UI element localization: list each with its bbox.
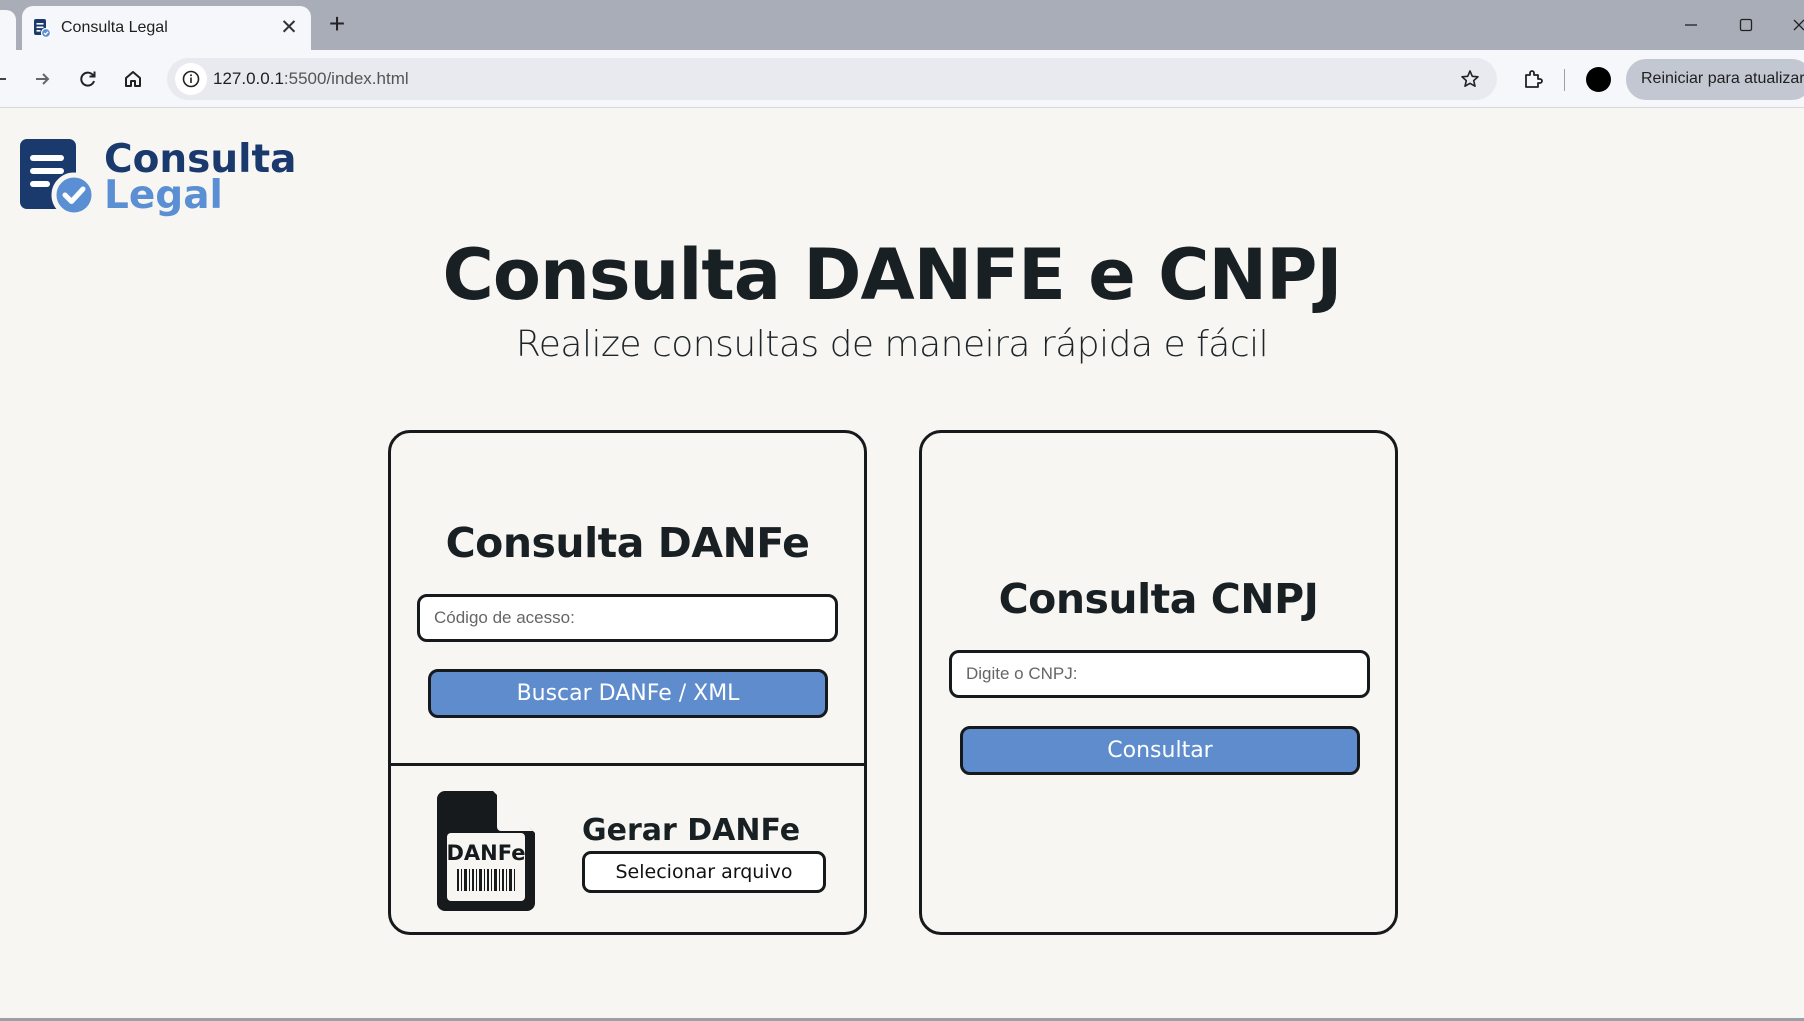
- forward-button[interactable]: [25, 61, 61, 97]
- tab-title: Consulta Legal: [61, 19, 168, 36]
- search-danfe-button[interactable]: Buscar DANFe / XML: [428, 669, 828, 718]
- page-subtitle: Realize consultas de maneira rápida e fá…: [515, 324, 1269, 365]
- url-host: 127.0.0.1: [213, 69, 284, 88]
- minimize-icon[interactable]: [1676, 8, 1706, 42]
- site-logo[interactable]: Consulta Legal: [20, 137, 300, 221]
- info-icon: [182, 70, 200, 88]
- cnpj-card: Consulta CNPJ Consultar: [919, 430, 1398, 935]
- danfe-card-title: Consulta DANFe: [445, 519, 810, 567]
- toolbar-divider: [1564, 69, 1565, 91]
- extensions-button[interactable]: [1515, 61, 1551, 97]
- bookmark-button[interactable]: [1455, 64, 1485, 94]
- cnpj-card-title: Consulta CNPJ: [998, 575, 1319, 623]
- profile-avatar[interactable]: [1586, 67, 1611, 92]
- tab-close-icon[interactable]: ✕: [275, 14, 303, 42]
- site-info-button[interactable]: [175, 63, 207, 95]
- browser-tab-strip: Consulta Legal ✕ +: [0, 0, 1804, 50]
- window-close-icon[interactable]: [1784, 8, 1804, 42]
- address-bar[interactable]: 127.0.0.1:5500/index.html: [167, 58, 1497, 100]
- maximize-icon[interactable]: [1731, 8, 1761, 42]
- access-code-input[interactable]: [417, 594, 838, 642]
- star-icon: [1461, 70, 1479, 87]
- reload-button[interactable]: [70, 61, 106, 97]
- previous-tab-edge[interactable]: [0, 10, 16, 50]
- browser-tab-active[interactable]: Consulta Legal ✕: [22, 6, 311, 50]
- url-path: :5500/index.html: [283, 69, 409, 88]
- danfe-file-label: DANFe: [447, 841, 526, 865]
- page-title: Consulta DANFE e CNPJ: [442, 234, 1343, 316]
- reload-icon: [80, 71, 96, 87]
- document-check-icon: [34, 19, 51, 38]
- new-tab-button[interactable]: +: [322, 10, 352, 40]
- document-check-logo-icon: [20, 139, 97, 217]
- browser-toolbar: 127.0.0.1:5500/index.html Reiniciar para…: [0, 50, 1804, 108]
- consult-cnpj-button[interactable]: Consultar: [960, 726, 1360, 775]
- select-file-button[interactable]: Selecionar arquivo: [582, 851, 826, 893]
- home-icon: [125, 71, 141, 87]
- card-divider: [391, 763, 864, 766]
- home-button[interactable]: [115, 61, 151, 97]
- danfe-file-icon: DANFe: [437, 791, 535, 911]
- cnpj-input[interactable]: [949, 650, 1370, 698]
- arrow-right-icon: [36, 73, 50, 85]
- logo-text-legal: Legal: [104, 173, 223, 218]
- puzzle-icon: [1525, 70, 1543, 88]
- restart-to-update-button[interactable]: Reiniciar para atualizar: [1626, 59, 1804, 100]
- danfe-card: Consulta DANFe Buscar DANFe / XML DANFe …: [388, 430, 867, 935]
- generate-danfe-title: Gerar DANFe: [582, 813, 801, 848]
- url-text[interactable]: 127.0.0.1:5500/index.html: [213, 69, 409, 89]
- arrow-left-icon: [0, 78, 6, 80]
- back-button[interactable]: [0, 61, 18, 97]
